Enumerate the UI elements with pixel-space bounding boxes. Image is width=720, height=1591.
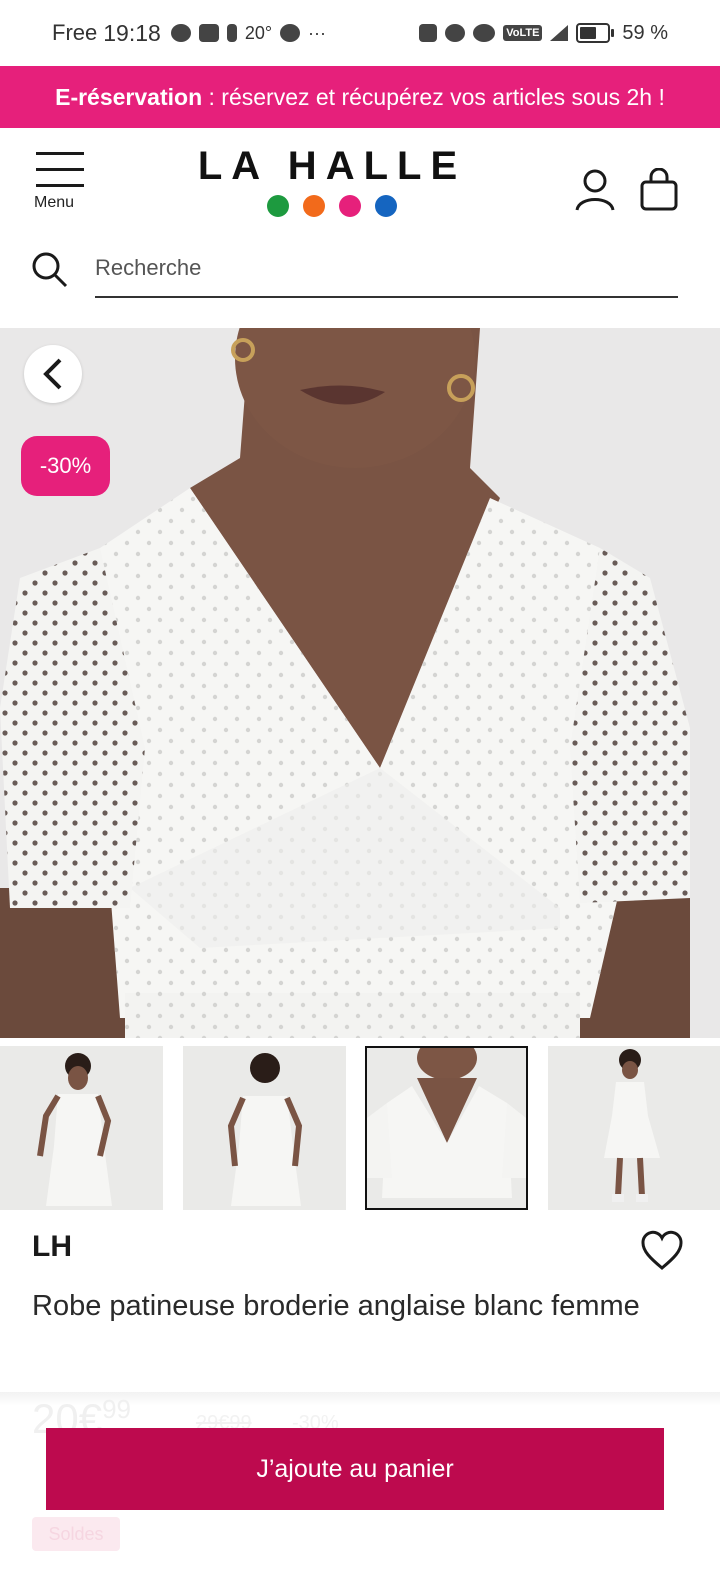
clock: 19:18: [103, 19, 161, 46]
hamburger-icon-line: [36, 184, 84, 187]
logo-dots: [176, 195, 488, 217]
site-logo[interactable]: LA HALLE: [176, 144, 488, 217]
back-button[interactable]: [24, 345, 82, 403]
thumbnail-image: [548, 1046, 720, 1210]
search-input[interactable]: [95, 240, 678, 298]
product-title: Robe patineuse broderie anglaise blanc f…: [32, 1290, 640, 1322]
promo-title: E-réservation: [55, 83, 203, 110]
site-header: Menu LA HALLE: [0, 128, 720, 228]
sale-tag: Soldes: [32, 1517, 120, 1551]
notification-icons: 20° ···: [170, 22, 327, 44]
temperature: 20°: [244, 22, 273, 43]
cart-button[interactable]: [638, 167, 680, 212]
logo-dot-blue: [375, 195, 397, 217]
carrier-label: Free: [52, 20, 98, 45]
thumbnail-strip: [0, 1046, 720, 1212]
product-main-image[interactable]: [0, 328, 720, 1038]
chevron-left-icon: [43, 358, 62, 390]
favorite-button[interactable]: [640, 1230, 684, 1272]
promo-text: : réservez et récupérez vos articles sou…: [202, 83, 665, 110]
battery-icon: [576, 23, 615, 43]
thumbnail-1[interactable]: [0, 1046, 163, 1210]
menu-label: Menu: [34, 194, 75, 211]
logo-dot-pink: [339, 195, 361, 217]
battery-level: 59 %: [622, 21, 668, 44]
thumbnail-image: [0, 1046, 163, 1210]
status-right: VoLTE 59 %: [419, 22, 668, 45]
user-icon: [575, 169, 615, 211]
thumbnail-2[interactable]: [183, 1046, 346, 1210]
thumbnail-3-selected[interactable]: [365, 1046, 528, 1210]
more-notifications: ···: [308, 22, 327, 43]
add-to-cart-button[interactable]: J’ajoute au panier: [46, 1428, 664, 1510]
volte-icon: VoLTE: [503, 25, 543, 41]
wifi-icon: [473, 24, 496, 42]
status-bar: Free 19:18 20° ··· VoLTE 59 %: [0, 0, 720, 66]
person-icon: [226, 24, 237, 42]
product-photo: [0, 328, 720, 1038]
logo-text: LA HALLE: [197, 144, 467, 188]
nfc-icon: [419, 24, 438, 42]
chat-icon: [170, 24, 191, 42]
product-brand[interactable]: LH: [32, 1230, 72, 1264]
heart-icon: [641, 1230, 683, 1270]
logo-dot-green: [267, 195, 289, 217]
status-left: Free 19:18: [52, 20, 161, 47]
price-cents: 99: [102, 1394, 131, 1424]
thumbnail-image: [367, 1048, 526, 1208]
logo-dot-orange: [303, 195, 325, 217]
search-icon[interactable]: [30, 250, 70, 290]
app-icon: [198, 24, 219, 42]
search-bar: [0, 228, 720, 328]
hamburger-icon: [36, 152, 84, 155]
thumbnail-4[interactable]: [548, 1046, 720, 1210]
menu-button[interactable]: Menu: [34, 150, 88, 218]
thumbnail-image: [183, 1046, 346, 1210]
hamburger-icon-line: [36, 168, 84, 171]
account-button[interactable]: [574, 168, 616, 212]
browser-icon: [280, 24, 301, 42]
shopping-bag-icon: [640, 167, 678, 211]
signal-icon: [550, 25, 569, 41]
alarm-icon: [445, 24, 466, 42]
discount-badge: -30%: [21, 436, 110, 496]
promo-banner[interactable]: E-réservation : réservez et récupérez vo…: [0, 66, 720, 128]
